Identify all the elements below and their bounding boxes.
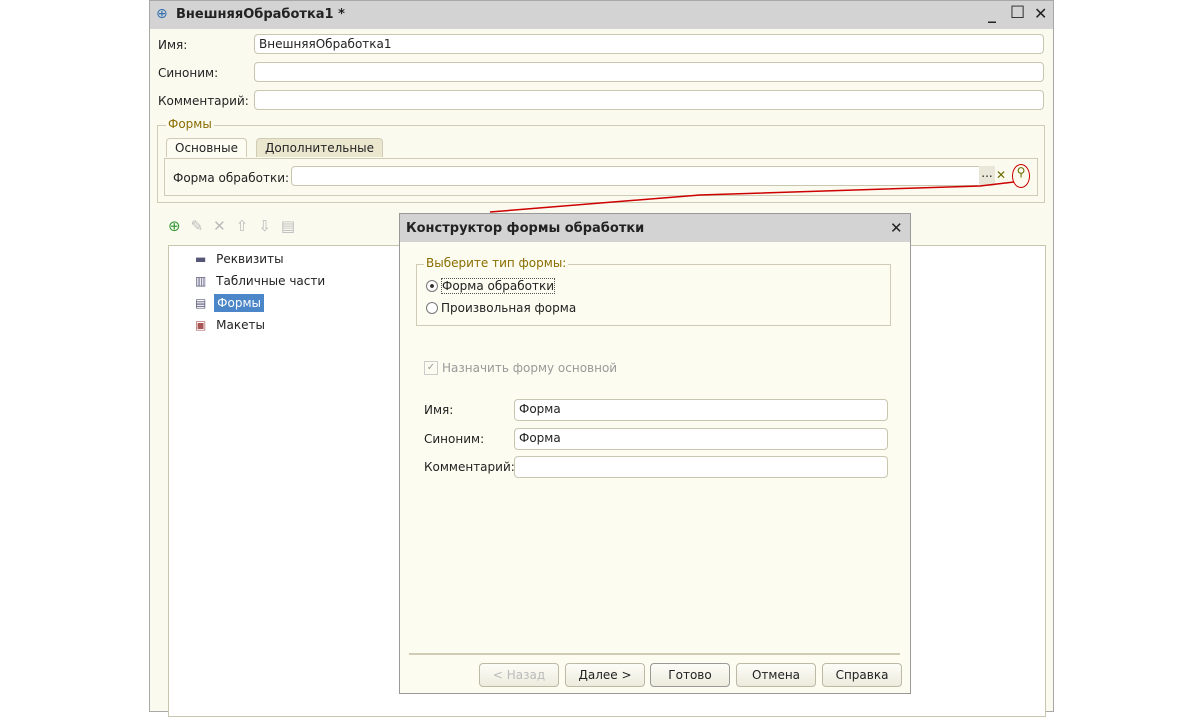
dialog-synonym-label: Синоним: [424, 432, 485, 446]
dialog-title-bar: Конструктор формы обработки ✕ [400, 214, 910, 242]
finish-button[interactable]: Готово [650, 663, 730, 687]
checkmark-icon: ✓ [424, 361, 438, 375]
radio-custom-form[interactable]: Произвольная форма [426, 301, 576, 315]
dialog-divider [409, 653, 900, 655]
radio-unchecked-icon [426, 302, 438, 314]
dialog-title: Конструктор формы обработки [406, 221, 645, 236]
help-button[interactable]: Справка [822, 663, 902, 687]
cancel-button[interactable]: Отмена [736, 663, 816, 687]
set-main-checkbox[interactable]: ✓ Назначить форму основной [424, 361, 617, 375]
form-wizard-dialog: Конструктор формы обработки ✕ Выберите т… [399, 213, 911, 694]
dialog-comment-label: Комментарий: [424, 460, 515, 474]
form-type-legend: Выберите тип формы: [424, 256, 569, 270]
next-button[interactable]: Далее > [565, 663, 645, 687]
dialog-name-input[interactable]: Форма [514, 399, 888, 421]
form-type-group [416, 264, 891, 326]
back-button[interactable]: < Назад [479, 663, 559, 687]
radio-processing-form[interactable]: Форма обработки [426, 278, 556, 294]
dialog-synonym-input[interactable]: Форма [514, 428, 888, 450]
dialog-comment-input[interactable] [514, 456, 888, 478]
dialog-name-label: Имя: [424, 403, 454, 417]
dialog-close-button[interactable]: ✕ [890, 219, 903, 237]
radio-checked-icon [426, 280, 438, 292]
